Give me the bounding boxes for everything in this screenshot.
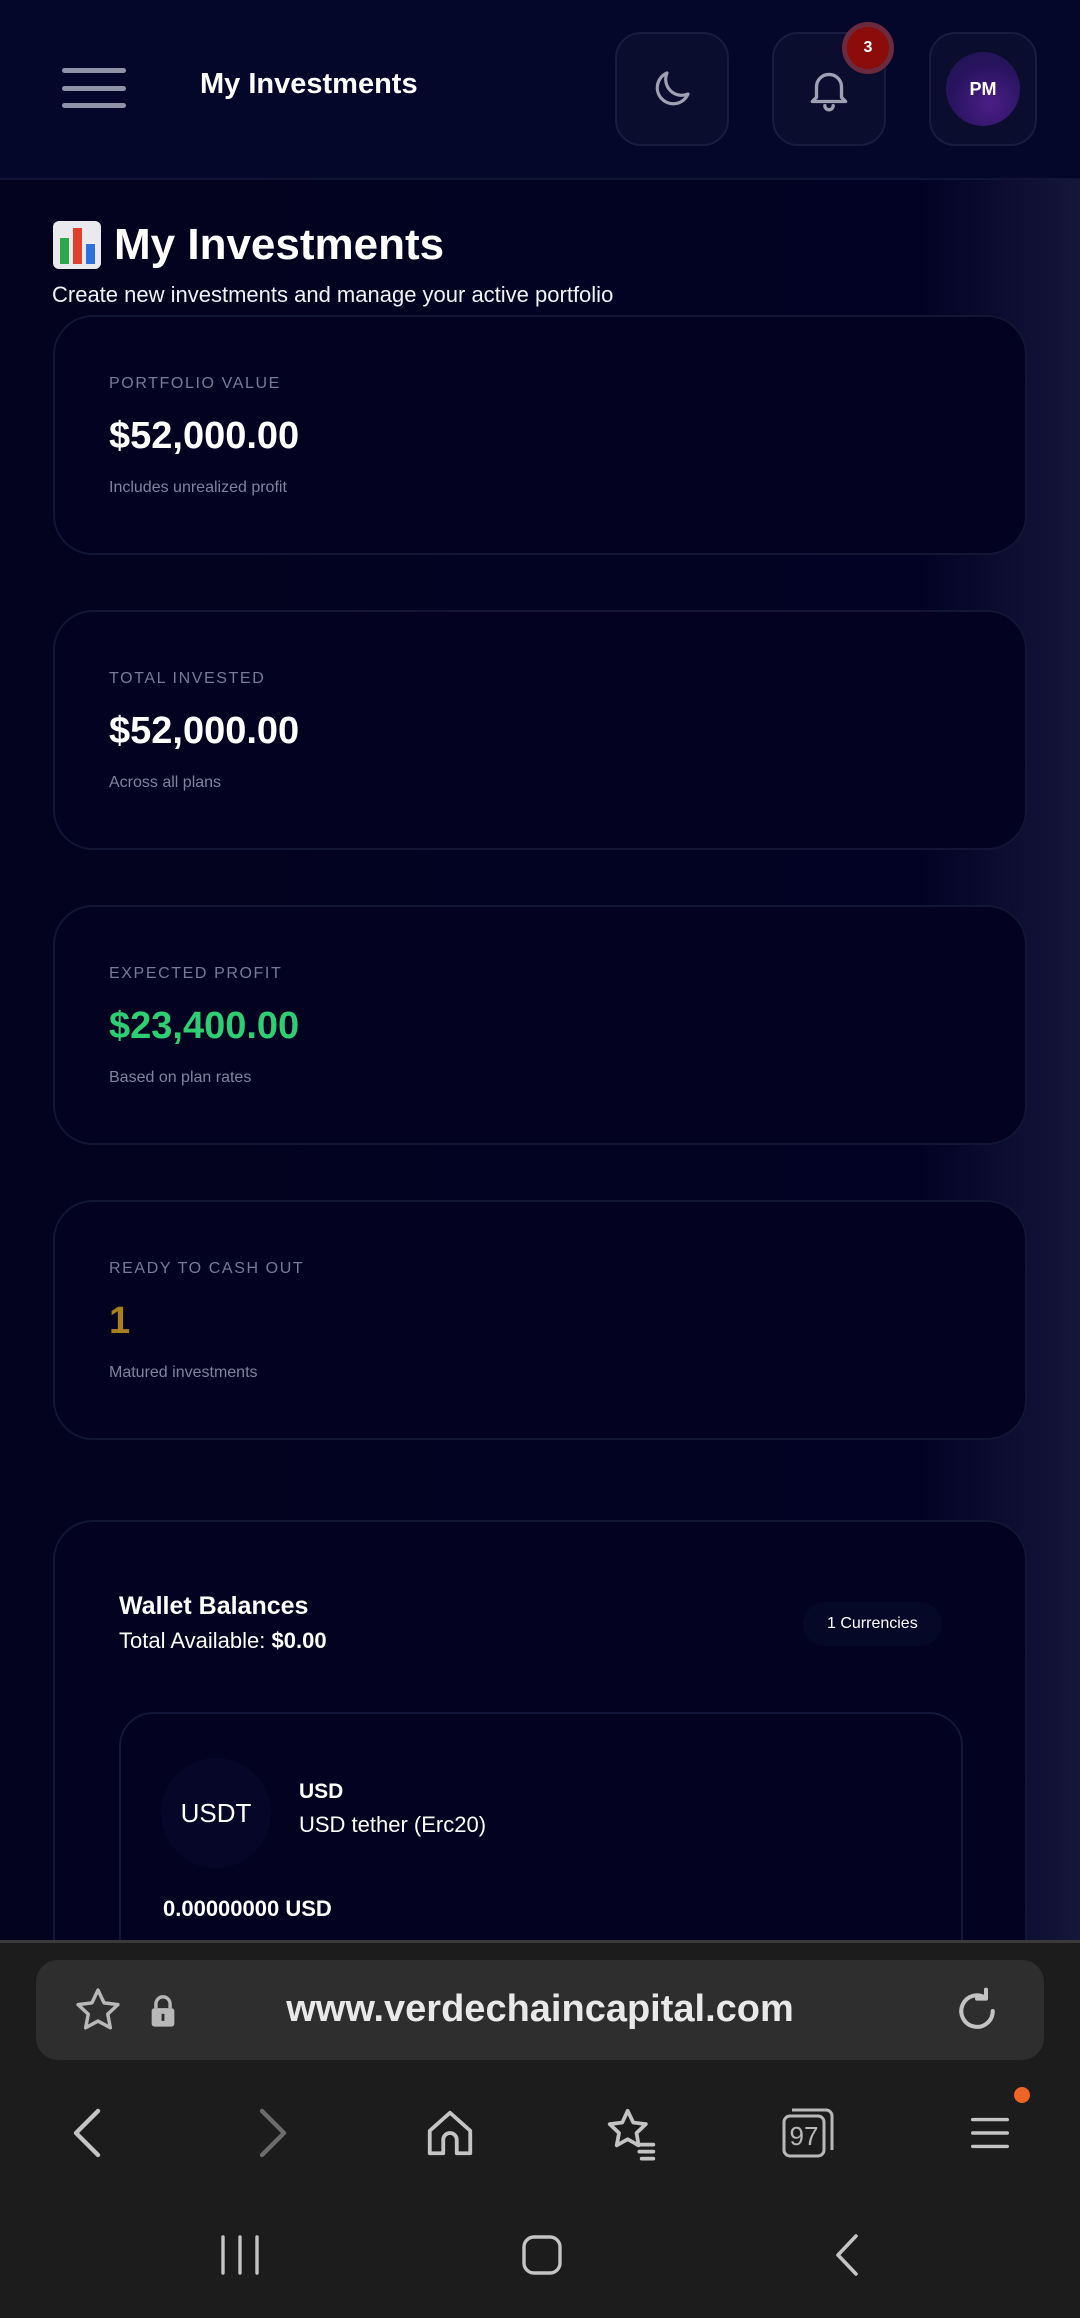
home-system-button[interactable]: [512, 2225, 572, 2285]
wallet-total: Total Available: $0.00: [119, 1628, 327, 1654]
stat-note: Includes unrealized profit: [109, 479, 287, 496]
portfolio-value-card: PORTFOLIO VALUE $52,000.00 Includes unre…: [53, 315, 1027, 555]
wallet-balances-card: Wallet Balances Total Available: $0.00 1…: [53, 1520, 1027, 1940]
asset-code: USD: [299, 1780, 344, 1803]
home-button[interactable]: [410, 2093, 490, 2173]
notification-badge: 3: [842, 22, 894, 74]
asset-name: USD tether (Erc20): [299, 1812, 487, 1837]
wallet-total-value: $0.00: [271, 1628, 327, 1653]
bar-chart-icon: [53, 221, 101, 269]
menu-notification-dot: [1014, 2087, 1030, 2103]
system-nav-bar: [0, 2205, 1080, 2305]
bell-icon: [810, 72, 848, 112]
profile-button[interactable]: PM: [929, 32, 1037, 146]
home-square-icon: [522, 2235, 562, 2275]
expected-profit-card: EXPECTED PROFIT $23,400.00 Based on plan…: [53, 905, 1027, 1145]
recent-apps-icon: [221, 2235, 259, 2275]
bookmarks-button[interactable]: [590, 2093, 670, 2173]
forward-icon: [259, 2108, 287, 2158]
stat-note: Across all plans: [109, 774, 222, 791]
bookmarks-icon: [607, 2108, 656, 2161]
app-viewport: My Investments 3 PM My Investments Creat…: [0, 0, 1080, 1940]
recent-apps-button[interactable]: [210, 2225, 270, 2285]
wallet-title: Wallet Balances: [119, 1592, 309, 1620]
back-button[interactable]: [48, 2093, 128, 2173]
page-title: My Investments: [52, 220, 444, 270]
forward-button[interactable]: [232, 2093, 312, 2173]
app-header: My Investments 3 PM: [0, 0, 1080, 180]
wallet-asset-card[interactable]: USDT USD USD tether (Erc20) 0.00000000 U…: [119, 1712, 963, 1940]
browser-nav-row: 97: [0, 2093, 1080, 2173]
stat-value: $52,000.00: [109, 710, 300, 752]
page-subtitle: Create new investments and manage your a…: [52, 282, 614, 307]
stat-value: 1: [109, 1300, 131, 1342]
header-title: My Investments: [200, 68, 418, 100]
ready-to-cash-out-card[interactable]: READY TO CASH OUT 1 Matured investments: [53, 1200, 1027, 1440]
stat-label: TOTAL INVESTED: [109, 670, 266, 687]
avatar: PM: [946, 52, 1020, 126]
usdt-icon: USDT: [161, 1758, 271, 1868]
url-text[interactable]: www.verdechaincapital.com: [36, 1988, 1044, 2031]
home-icon: [427, 2110, 473, 2156]
wallet-total-label: Total Available:: [119, 1628, 266, 1653]
total-invested-card: TOTAL INVESTED $52,000.00 Across all pla…: [53, 610, 1027, 850]
asset-balance: 0.00000000 USD: [163, 1896, 332, 1921]
theme-toggle-button[interactable]: [615, 32, 729, 146]
browser-menu-button[interactable]: [950, 2093, 1030, 2173]
stat-value: $23,400.00: [109, 1005, 300, 1047]
page-title-text: My Investments: [114, 220, 445, 269]
moon-icon: [655, 71, 690, 106]
address-bar[interactable]: www.verdechaincapital.com: [36, 1960, 1044, 2060]
currency-count-badge: 1 Currencies: [803, 1602, 942, 1646]
back-icon: [73, 2108, 101, 2158]
stat-label: READY TO CASH OUT: [109, 1260, 305, 1277]
reload-icon[interactable]: [950, 1984, 1004, 2038]
stat-label: PORTFOLIO VALUE: [109, 375, 281, 392]
menu-icon: [971, 2117, 1009, 2149]
system-back-button[interactable]: [818, 2225, 878, 2285]
tabs-count: 97: [790, 2121, 819, 2151]
tabs-button[interactable]: 97: [768, 2093, 848, 2173]
menu-icon[interactable]: [62, 68, 126, 108]
stat-label: EXPECTED PROFIT: [109, 965, 283, 982]
stat-note: Based on plan rates: [109, 1069, 252, 1086]
browser-toolbar: www.verdechaincapital.com 97: [0, 1940, 1080, 2318]
stat-value: $52,000.00: [109, 415, 300, 457]
stat-note: Matured investments: [109, 1364, 258, 1381]
back-icon: [836, 2234, 858, 2276]
tabs-icon: 97: [782, 2108, 834, 2158]
